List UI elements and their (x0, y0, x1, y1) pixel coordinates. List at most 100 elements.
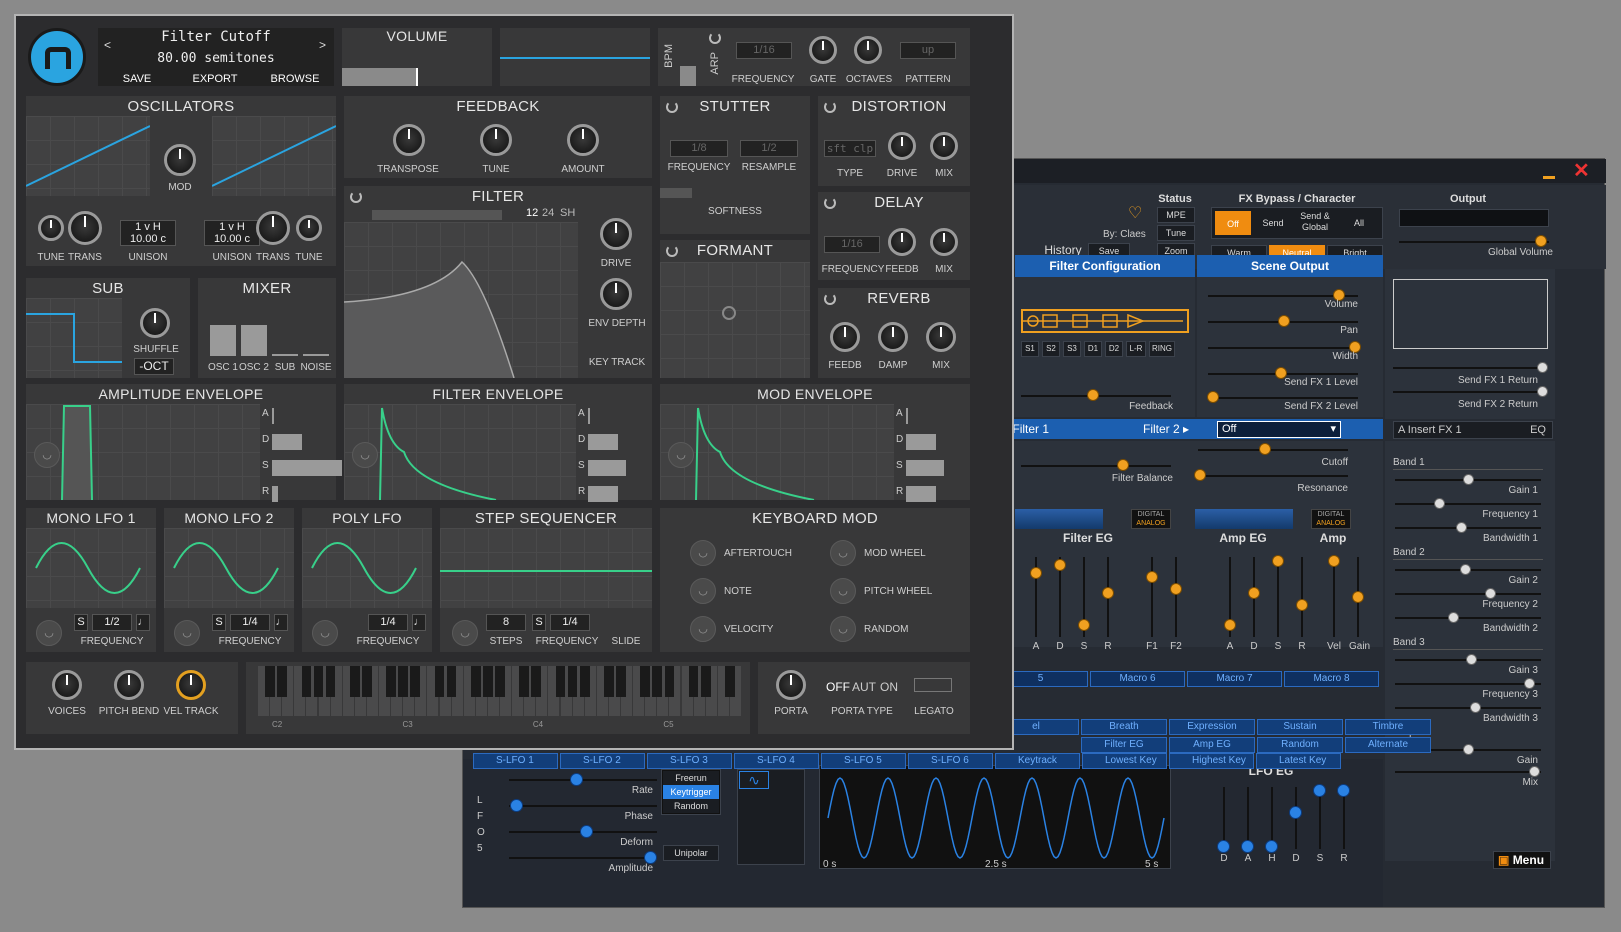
step-rate[interactable]: 1/4 (550, 614, 590, 631)
filter-balance-handle[interactable] (1117, 459, 1129, 471)
eg-slider-1-1[interactable] (1175, 557, 1177, 637)
black-key[interactable] (579, 666, 590, 697)
mixer-fader-0[interactable] (210, 325, 236, 356)
filter_env-R-slider[interactable] (588, 486, 618, 502)
lfo-eg-handle-3[interactable] (1289, 805, 1302, 819)
resonance-handle[interactable] (1194, 469, 1206, 481)
step-count[interactable]: 8 (486, 614, 526, 631)
arp-rate[interactable]: 1/16 (736, 42, 792, 59)
lfo-eg-handle-4[interactable] (1313, 784, 1326, 798)
mod_env-mod-icon[interactable]: ◡ (668, 442, 694, 468)
prev-preset-icon[interactable]: < (104, 38, 111, 52)
black-key[interactable] (277, 666, 288, 697)
minimize-icon[interactable] (1543, 161, 1555, 179)
kbmod-2-icon[interactable]: ◡ (690, 578, 716, 604)
fx-send-global-button[interactable]: Send & Global (1293, 211, 1337, 235)
mixer-fader-1[interactable] (241, 325, 267, 356)
black-key[interactable] (725, 666, 735, 697)
black-key[interactable] (362, 666, 372, 697)
filter2-label[interactable]: Filter 2 ▸ (1143, 422, 1189, 436)
black-key[interactable] (483, 666, 493, 697)
black-key[interactable] (652, 666, 663, 697)
eg-handle-0-2[interactable] (1078, 619, 1090, 631)
mod-source-b-3[interactable]: Alternate (1345, 737, 1431, 753)
lfo-source-5[interactable]: S-LFO 6 (908, 753, 993, 769)
kbmod-3-icon[interactable]: ◡ (830, 578, 856, 604)
unipolar-button[interactable]: Unipolar (663, 845, 719, 861)
mod_env-A-slider[interactable] (906, 408, 908, 424)
step-seq-mod-icon[interactable]: ◡ (452, 620, 478, 646)
eg-handle-2-3[interactable] (1296, 599, 1308, 611)
amp_env-S-slider[interactable] (272, 460, 342, 476)
black-key[interactable] (664, 666, 675, 697)
eg-slider-2-3[interactable] (1301, 557, 1303, 637)
black-key[interactable] (495, 666, 505, 697)
filter2-type-select[interactable]: Off ▾ (1217, 421, 1341, 438)
band-0-param-2-handle[interactable] (1455, 522, 1467, 533)
porta-type-on[interactable]: ON (880, 680, 898, 694)
browse-preset-button[interactable]: BROWSE (256, 73, 334, 85)
formant-xy-pad[interactable] (660, 262, 810, 378)
env-depth-knob[interactable] (600, 278, 632, 310)
lfo-3-slider[interactable] (509, 857, 657, 859)
mod-source-b-2[interactable]: Random (1257, 737, 1343, 753)
mixer-fader-3[interactable] (303, 354, 329, 356)
lfo-source-8[interactable]: Highest Key (1169, 753, 1254, 769)
unison-box-3[interactable]: 1 v H 10.00 c (204, 220, 260, 246)
width-slider[interactable] (1208, 347, 1358, 349)
routing-d2[interactable]: D2 (1105, 341, 1123, 357)
eg-slider-2-2[interactable] (1277, 557, 1279, 637)
lfo-source-9[interactable]: Latest Key (1256, 753, 1341, 769)
routing-lr[interactable]: L-R (1126, 341, 1146, 357)
reverb-damp-knob[interactable] (878, 322, 908, 352)
eq-output-1-handle[interactable] (1528, 766, 1540, 777)
step-sync-button[interactable]: S (532, 614, 546, 631)
eg-handle-2-0[interactable] (1224, 619, 1236, 631)
lfo-eg-handle-0[interactable] (1217, 839, 1230, 853)
send-fx2-slider[interactable] (1208, 397, 1358, 399)
porta-knob[interactable] (776, 670, 806, 700)
mod-source-a-2[interactable]: Expression (1169, 719, 1255, 735)
eg-handle-1-1[interactable] (1170, 583, 1182, 595)
black-key[interactable] (567, 666, 578, 697)
eg-slider-3-0[interactable] (1333, 557, 1335, 637)
routing-s1[interactable]: S1 (1021, 341, 1039, 357)
sub-display[interactable] (26, 298, 122, 378)
band-0-param-2-slider[interactable] (1395, 527, 1541, 529)
macro-2[interactable]: Macro 7 (1187, 671, 1282, 687)
lfo1-mod-icon[interactable]: ◡ (36, 620, 62, 646)
filter-morph-slider[interactable] (372, 210, 502, 220)
shuffle-knob[interactable] (140, 308, 170, 338)
step-seq-display[interactable] (440, 528, 652, 608)
kbmod-4-icon[interactable]: ◡ (690, 616, 716, 642)
black-key[interactable] (604, 666, 614, 697)
delay-feedb-knob[interactable] (888, 228, 916, 256)
feedback-handle[interactable] (1087, 389, 1099, 401)
eg-handle-0-3[interactable] (1102, 587, 1114, 599)
black-key[interactable] (325, 666, 336, 697)
porta-type-off[interactable]: OFF (826, 680, 850, 694)
filter-slope-sh[interactable]: SH (560, 207, 575, 219)
stutter-resample[interactable]: 1/2 (740, 140, 798, 157)
routing-ring[interactable]: RING (1149, 341, 1175, 357)
global-volume-slider[interactable] (1399, 241, 1549, 243)
amp_env-D-slider[interactable] (272, 434, 302, 450)
osc-knob-0[interactable] (38, 215, 64, 241)
black-key[interactable] (386, 666, 396, 697)
black-key[interactable] (616, 666, 626, 697)
eg-handle-3-0[interactable] (1328, 555, 1340, 567)
cutoff-handle[interactable] (1259, 443, 1271, 455)
eg-handle-2-1[interactable] (1248, 587, 1260, 599)
fb-amount-knob[interactable] (567, 124, 599, 156)
black-key[interactable] (446, 666, 457, 697)
osc1-display[interactable] (25, 116, 151, 196)
mod-source-a-1[interactable]: Breath (1081, 719, 1167, 735)
preset-name[interactable]: Filter Cutoff (116, 29, 316, 45)
osc-knob-5[interactable] (296, 215, 322, 241)
sine-shape-icon[interactable]: ∿ (739, 771, 769, 789)
mod_env-S-slider[interactable] (906, 460, 944, 476)
mod-knob[interactable] (164, 144, 196, 176)
next-preset-icon[interactable]: > (319, 38, 326, 52)
lfo-eg-handle-1[interactable] (1241, 839, 1254, 853)
band-1-param-1-handle[interactable] (1484, 588, 1496, 599)
